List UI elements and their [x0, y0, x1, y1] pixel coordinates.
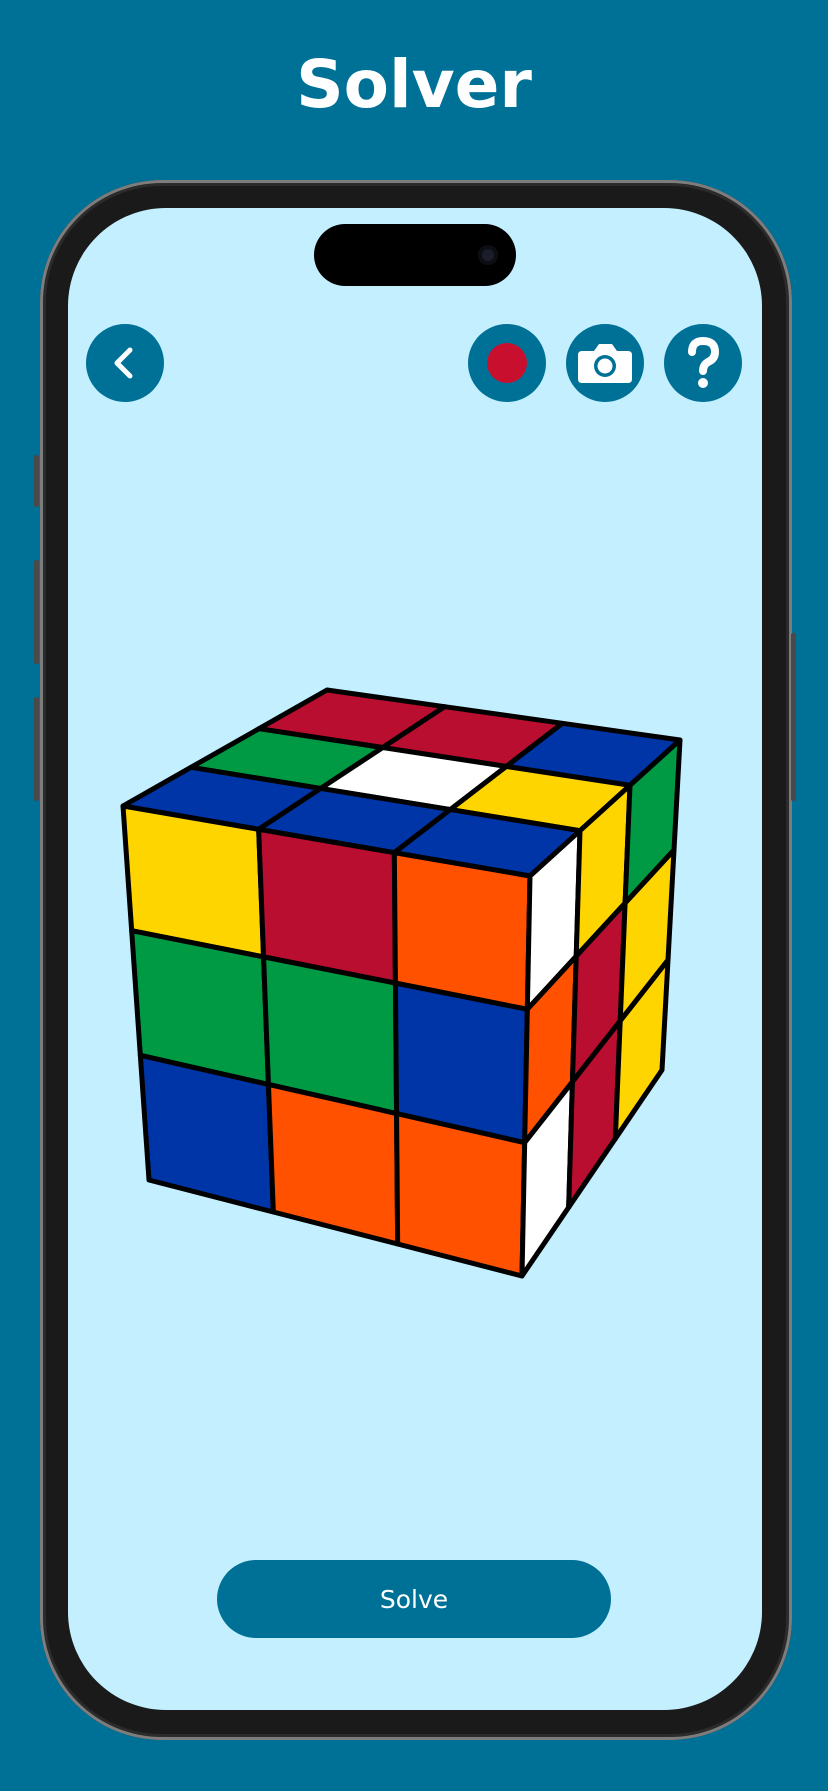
phone-volume-up-button	[34, 560, 39, 664]
app-screen: Solve	[68, 208, 762, 1710]
phone-power-button	[791, 633, 796, 801]
cube-sticker[interactable]	[394, 1111, 528, 1279]
page-title: Solver	[296, 46, 532, 123]
cube-front-face[interactable]	[120, 803, 533, 1279]
cube-sticker[interactable]	[137, 1052, 276, 1215]
rubiks-cube-3d-view[interactable]	[68, 208, 762, 1710]
solve-button[interactable]: Solve	[217, 1560, 611, 1638]
phone-action-button	[34, 455, 39, 507]
cube-sticker[interactable]	[265, 1081, 401, 1247]
phone-volume-down-button	[34, 697, 39, 801]
